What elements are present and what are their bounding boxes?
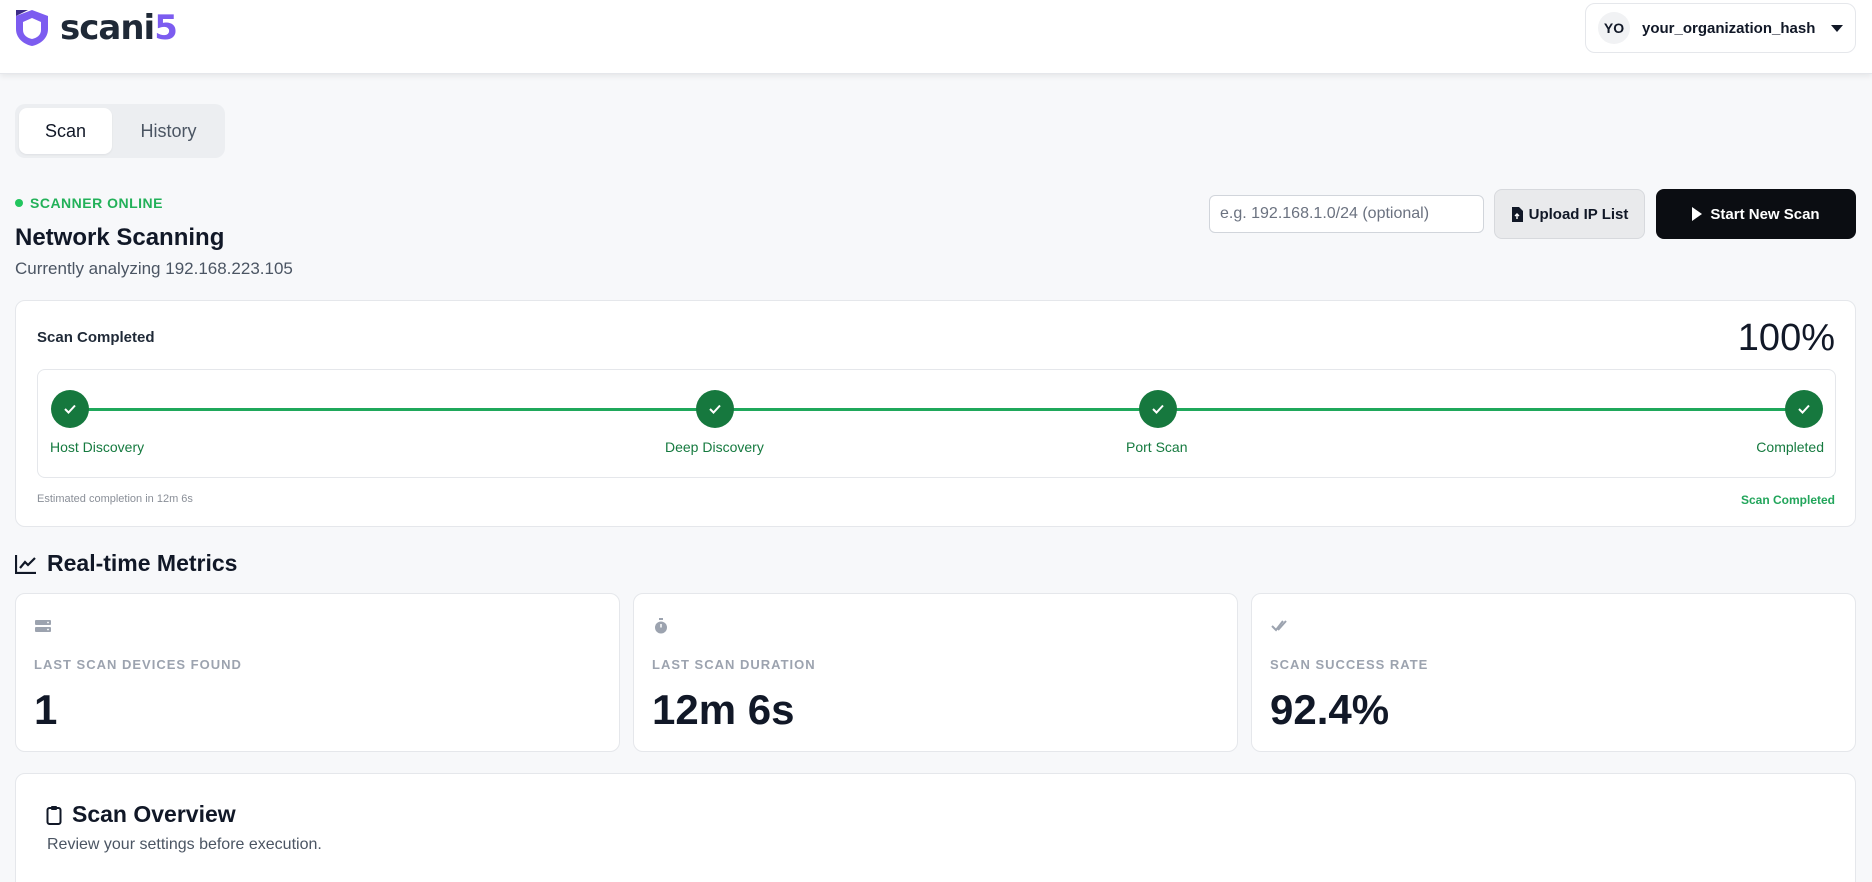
organization-switcher[interactable]: YO your_organization_hash — [1585, 3, 1856, 53]
top-bar: scani5 YO your_organization_hash — [0, 0, 1872, 74]
page-subtitle: Currently analyzing 192.168.223.105 — [15, 259, 293, 278]
upload-ip-list-label: Upload IP List — [1528, 205, 1629, 223]
overview-subtitle: Review your settings before execution. — [47, 836, 322, 853]
app-logo[interactable]: scani5 — [14, 8, 178, 48]
step-port-scan-check-icon — [1139, 390, 1177, 428]
organization-name: your_organization_hash — [1642, 19, 1816, 37]
status-dot-icon — [15, 199, 23, 207]
scanner-status: SCANNER ONLINE — [15, 195, 163, 211]
metric-label: SCAN SUCCESS RATE — [1270, 657, 1429, 672]
tab-scan[interactable]: Scan — [19, 108, 112, 154]
scan-progress-card: Scan Completed 100% Host Discovery Deep … — [15, 300, 1856, 527]
metric-card-duration: LAST SCAN DURATION 12m 6s — [633, 593, 1238, 752]
metric-value: 1 — [34, 686, 58, 733]
metric-value: 92.4% — [1270, 686, 1390, 733]
clipboard-icon — [46, 805, 62, 825]
play-icon — [1692, 207, 1703, 221]
progress-line — [70, 408, 1804, 411]
metrics-heading-text: Real-time Metrics — [47, 550, 238, 576]
double-check-icon — [1271, 620, 1287, 632]
app-name: scani5 — [60, 8, 178, 48]
metric-label: LAST SCAN DURATION — [652, 657, 816, 672]
progress-title: Scan Completed — [37, 329, 155, 346]
stopwatch-icon — [655, 618, 667, 634]
chevron-down-icon — [1831, 24, 1843, 32]
avatar: YO — [1598, 12, 1630, 44]
upload-ip-list-button[interactable]: Upload IP List — [1494, 189, 1645, 239]
ip-range-input[interactable] — [1209, 195, 1484, 233]
metric-card-success-rate: SCAN SUCCESS RATE 92.4% — [1251, 593, 1856, 752]
start-new-scan-label: Start New Scan — [1710, 205, 1820, 223]
page-title: Network Scanning — [15, 224, 225, 251]
step-label-port-scan: Port Scan — [1126, 439, 1188, 455]
overview-heading-text: Scan Overview — [72, 801, 236, 827]
start-new-scan-button[interactable]: Start New Scan — [1656, 189, 1856, 239]
scanner-status-text: SCANNER ONLINE — [30, 195, 164, 211]
step-label-deep-discovery: Deep Discovery — [665, 439, 764, 455]
metric-value: 12m 6s — [652, 686, 795, 733]
estimated-completion: Estimated completion in 12m 6s — [37, 493, 193, 505]
tab-history[interactable]: History — [116, 108, 221, 154]
file-upload-icon — [1511, 206, 1523, 222]
shield-logo-icon — [16, 10, 48, 46]
progress-percent: 100% — [1737, 317, 1835, 359]
server-icon — [35, 620, 51, 632]
metrics-heading: Real-time Metrics — [15, 550, 237, 577]
app-name-main: scani — [60, 8, 155, 48]
progress-steps: Host Discovery Deep Discovery Port Scan … — [37, 369, 1836, 478]
app-name-accent: 5 — [154, 8, 178, 48]
metric-label: LAST SCAN DEVICES FOUND — [34, 657, 242, 672]
metric-card-devices: LAST SCAN DEVICES FOUND 1 — [15, 593, 620, 752]
overview-heading: Scan Overview — [46, 801, 236, 828]
scan-status-note: Scan Completed — [1740, 493, 1835, 507]
step-label-host-discovery: Host Discovery — [50, 439, 145, 455]
scan-overview-card: Scan Overview Review your settings befor… — [15, 773, 1856, 882]
step-label-completed: Completed — [1756, 439, 1824, 455]
line-chart-icon — [15, 554, 36, 574]
step-host-discovery-check-icon — [51, 390, 89, 428]
step-completed-check-icon — [1785, 390, 1823, 428]
view-tabs: Scan History — [15, 104, 225, 158]
step-deep-discovery-check-icon — [696, 390, 734, 428]
